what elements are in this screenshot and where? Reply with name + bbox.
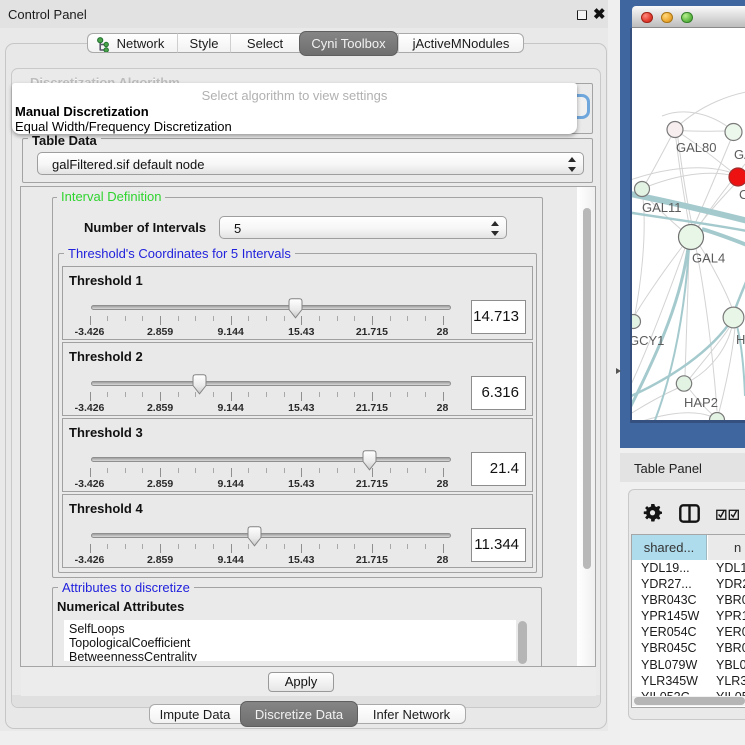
svg-text:H: H [736, 332, 745, 347]
svg-text:GA: GA [734, 147, 745, 162]
svg-text:GAL80: GAL80 [676, 140, 716, 155]
svg-text:GAL11: GAL11 [642, 200, 682, 215]
svg-text:GCY1: GCY1 [632, 333, 664, 348]
svg-text:HAP2: HAP2 [684, 395, 718, 410]
svg-text:C: C [739, 187, 745, 202]
svg-text:GAL4: GAL4 [692, 251, 725, 266]
